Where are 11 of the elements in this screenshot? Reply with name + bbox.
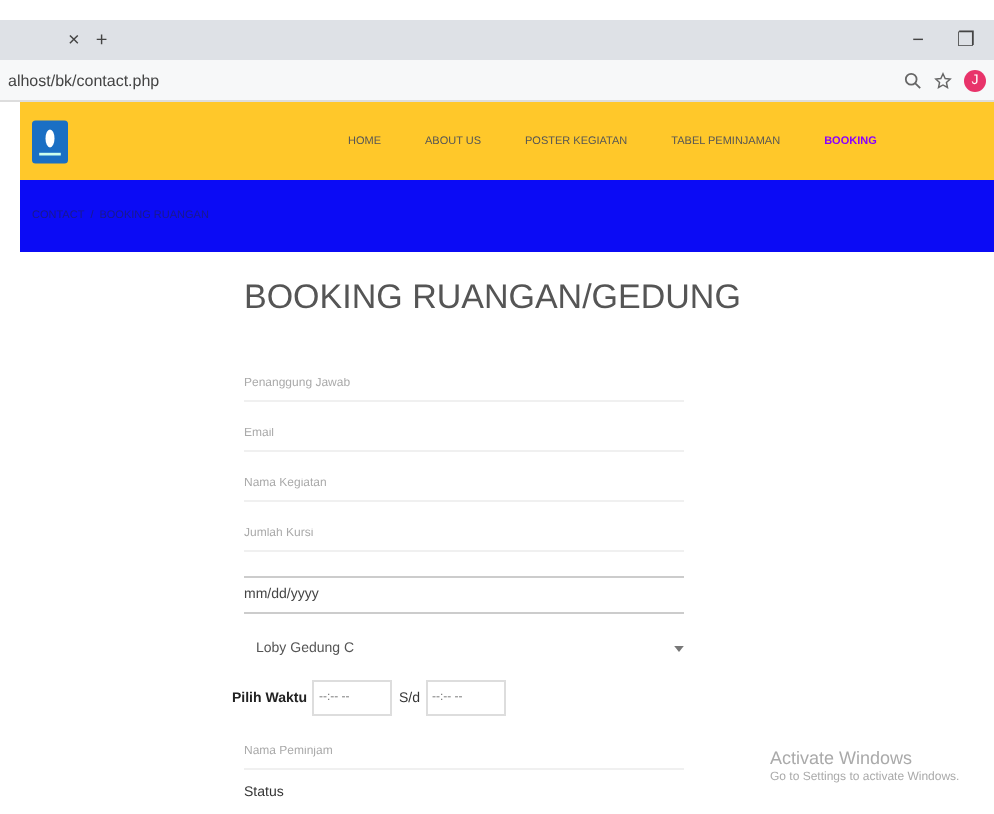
url-field[interactable]: alhost/bk/contact.php <box>8 71 892 89</box>
window-control-button[interactable]: − <box>902 29 934 51</box>
window-control-button[interactable]: ❐ <box>950 28 982 52</box>
logo-icon[interactable] <box>32 119 68 163</box>
star-icon[interactable] <box>934 71 952 89</box>
zoom-icon[interactable] <box>904 71 922 89</box>
caret-icon[interactable] <box>674 646 684 652</box>
form-title: BOOKING RUANGAN/GEDUNG <box>244 276 741 320</box>
tab-close-button[interactable]: × <box>68 29 80 51</box>
activation-title: Activate Windows <box>770 748 915 768</box>
new-tab-button[interactable]: + <box>95 29 108 51</box>
